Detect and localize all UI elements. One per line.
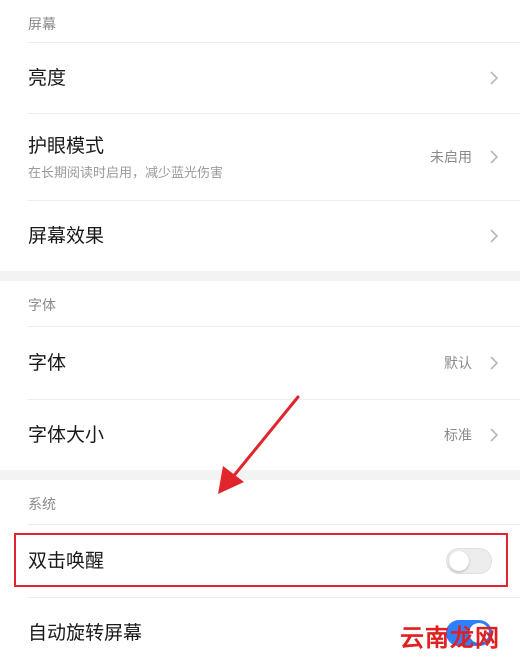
display-settings-screen: 屏幕 亮度 护眼模式 在长期阅读时启用，减少蓝光伤害 未启用 屏幕效果 字体 字… <box>0 0 520 667</box>
watermark-logo: 云南龙网 <box>400 624 500 652</box>
annotation-arrow-icon <box>218 395 300 494</box>
